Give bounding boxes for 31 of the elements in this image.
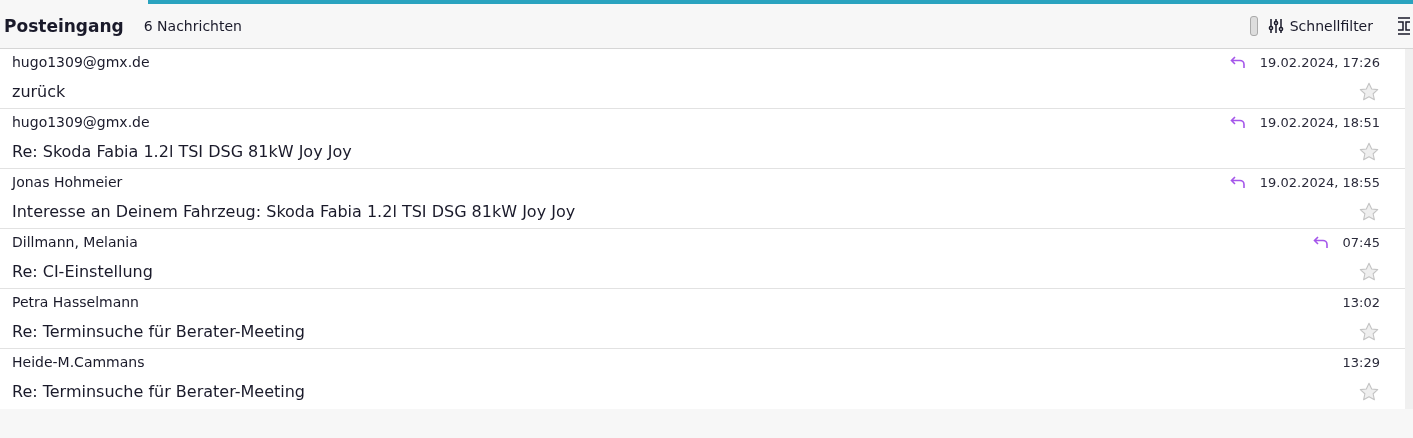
message-date: 19.02.2024, 18:55 [1259,174,1380,190]
sliders-icon [1267,18,1284,34]
message-subject[interactable]: Interesse an Deinem Fahrzeug: Skoda Fabia 1.2l TSI DSG 81kW Joy Joy [12,202,1230,222]
layout-icon[interactable] [1397,16,1411,36]
message-sender: hugo1309@gmx.de [12,114,151,131]
star-icon[interactable] [1358,260,1380,283]
star-icon[interactable] [1358,80,1380,103]
message-sender: Jonas Hohmeier [12,174,124,191]
message-subject[interactable]: Re: CI-Einstellung [12,262,1313,282]
message-sender: Heide-M.Cammans [12,354,146,371]
message-date: 19.02.2024, 18:51 [1259,114,1380,130]
message-date: 19.02.2024, 17:26 [1259,54,1380,70]
star-icon[interactable] [1358,140,1380,163]
message-sender: Dillmann, Melania [12,234,139,251]
star-icon[interactable] [1358,200,1380,223]
quick-filter-button[interactable]: Schnellfilter [1263,18,1377,34]
folder-title: Posteingang [4,16,124,36]
toggle-handle[interactable] [1249,16,1258,36]
message-sender: Petra Hasselmann [12,294,140,311]
message-subject[interactable]: zurück [12,82,1230,102]
message-subject[interactable]: Re: Terminsuche für Berater-Meeting [12,322,1343,342]
message-count: 6 Nachrichten [143,18,243,34]
star-icon[interactable] [1358,320,1380,343]
message-date: 13:29 [1342,354,1380,370]
scrollbar-track[interactable] [1405,49,1413,409]
message-subject[interactable]: Re: Skoda Fabia 1.2l TSI DSG 81kW Joy Joy [12,142,1230,162]
message-sender: hugo1309@gmx.de [12,54,151,71]
message-subject[interactable]: Re: Terminsuche für Berater-Meeting [12,382,1343,402]
star-icon[interactable] [1358,380,1380,403]
message-date: 07:45 [1342,234,1380,250]
message-date: 13:02 [1342,294,1380,310]
